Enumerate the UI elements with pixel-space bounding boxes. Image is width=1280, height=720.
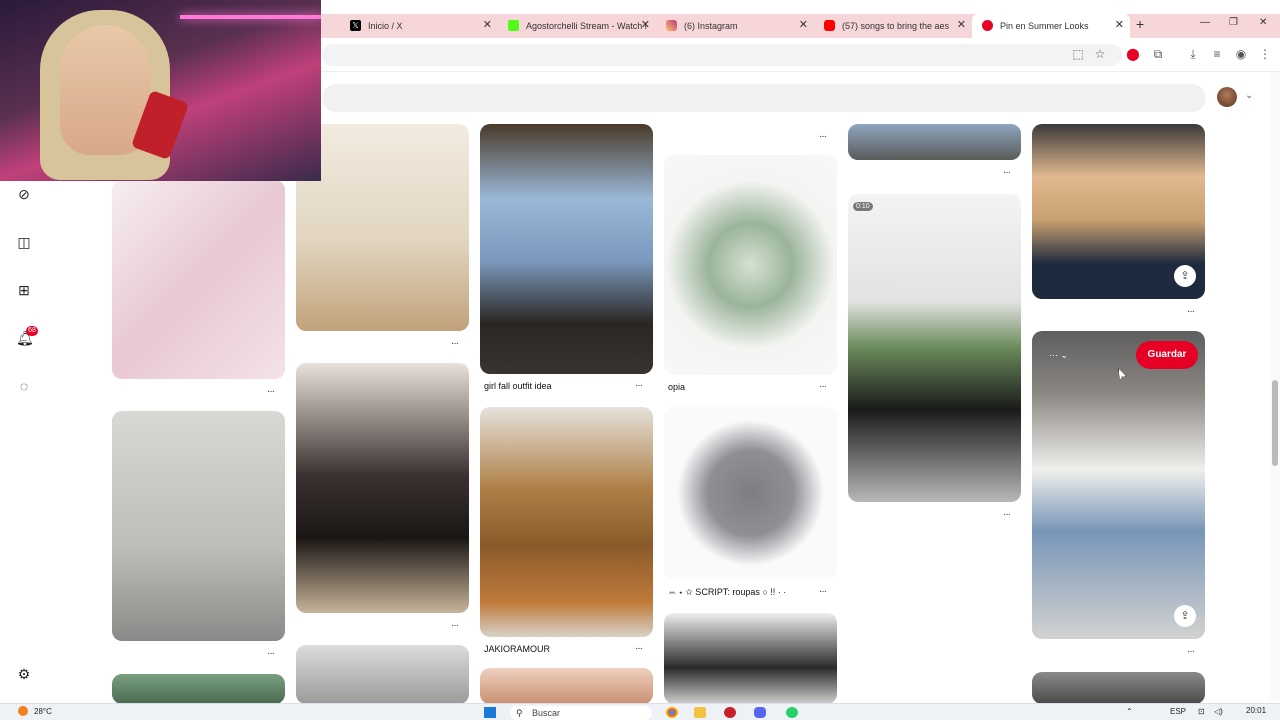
instagram-logo-icon: [666, 20, 677, 31]
x-logo-icon: 𝕏: [350, 20, 361, 31]
more-options-icon[interactable]: ···: [267, 386, 275, 397]
notification-badge: 68: [26, 326, 38, 336]
adblock-icon[interactable]: ⬤: [1126, 47, 1140, 61]
tab-instagram[interactable]: (6) Instagram ✕: [656, 14, 814, 38]
close-icon[interactable]: ✕: [483, 18, 492, 31]
new-tab-button[interactable]: +: [1136, 16, 1144, 32]
pin-street[interactable]: [112, 674, 285, 704]
more-options-icon[interactable]: ···: [635, 643, 643, 654]
pin-caption[interactable]: JAKIORAMOUR: [484, 644, 550, 654]
pin-caption[interactable]: opia: [668, 382, 685, 392]
profile-icon[interactable]: ◉: [1234, 47, 1248, 61]
tab-label: Pin en Summer Looks: [1000, 21, 1089, 31]
pin-leopard-dress[interactable]: [480, 407, 653, 637]
pin-girl-fall-outfit[interactable]: [480, 124, 653, 374]
pin-pink-uniform[interactable]: [112, 180, 285, 379]
share-icon[interactable]: ⇪: [1174, 605, 1196, 627]
menu-icon[interactable]: ⋮: [1258, 47, 1272, 61]
taskbar-search[interactable]: Buscar: [510, 706, 652, 720]
close-icon[interactable]: ✕: [1115, 18, 1124, 31]
pin-grey-skirt[interactable]: [664, 407, 837, 579]
close-icon[interactable]: ✕: [957, 18, 966, 31]
download-icon[interactable]: ⤓: [1186, 47, 1200, 61]
pin-jeans[interactable]: [848, 124, 1021, 160]
pin-caption[interactable]: girl fall outfit idea: [484, 381, 552, 391]
pinterest-logo-icon: [982, 20, 993, 31]
discord-icon[interactable]: [754, 707, 766, 718]
scrollbar-thumb[interactable]: [1272, 380, 1278, 466]
pin-checkered-set[interactable]: [664, 155, 837, 375]
whatsapp-icon[interactable]: [786, 707, 798, 718]
windows-start-icon[interactable]: [484, 707, 496, 718]
tab-label: Agostorchelli Stream - Watch l: [526, 21, 647, 31]
boards-icon[interactable]: ◫: [16, 234, 32, 250]
tab-label: (57) songs to bring the aes: [842, 21, 950, 31]
more-options-icon[interactable]: ···: [819, 381, 827, 392]
more-options-icon[interactable]: ···: [635, 380, 643, 391]
pin-board-dropdown[interactable]: ··· ⌄: [1049, 350, 1068, 361]
share-icon[interactable]: ⇪: [1174, 265, 1196, 287]
more-options-icon[interactable]: ···: [1187, 646, 1195, 657]
more-options-icon[interactable]: ···: [267, 648, 275, 659]
pin-ny-jersey[interactable]: [1032, 331, 1205, 639]
close-icon[interactable]: ✕: [799, 18, 808, 31]
settings-icon[interactable]: ⚙: [16, 666, 32, 682]
tab-youtube[interactable]: (57) songs to bring the aes ✕: [814, 14, 972, 38]
pin-partial[interactable]: [1032, 672, 1205, 704]
neon-light: [180, 15, 321, 19]
pin-white-skirt-bag[interactable]: [296, 124, 469, 331]
chrome-icon[interactable]: [666, 707, 678, 718]
pin-curly-hair[interactable]: [664, 613, 837, 704]
more-options-icon[interactable]: ···: [1003, 509, 1011, 520]
weather-icon: [18, 706, 28, 716]
save-button[interactable]: Guardar: [1136, 341, 1198, 369]
search-icon: ⚲: [516, 708, 523, 718]
tab-kick[interactable]: Agostorchelli Stream - Watch l ✕: [498, 14, 656, 38]
more-options-icon[interactable]: ···: [451, 620, 459, 631]
video-duration: 0:10: [853, 202, 873, 211]
more-options-icon[interactable]: ···: [819, 586, 827, 597]
kick-logo-icon: [508, 20, 519, 31]
messages-icon[interactable]: ◌: [16, 378, 32, 394]
folder-icon[interactable]: [694, 707, 706, 718]
bookmark-star-icon[interactable]: ☆: [1093, 47, 1107, 61]
more-options-icon[interactable]: ···: [451, 338, 459, 349]
search-input[interactable]: [322, 84, 1206, 112]
close-icon[interactable]: ✕: [641, 18, 650, 31]
pin-partial[interactable]: [480, 668, 653, 704]
window-close-button[interactable]: ✕: [1259, 17, 1267, 28]
pin-black-top-outfit[interactable]: [112, 411, 285, 641]
create-icon[interactable]: ⊞: [16, 282, 32, 298]
chevron-down-icon[interactable]: ⌄: [1245, 90, 1253, 101]
clock[interactable]: 20:01: [1246, 706, 1266, 715]
extensions-icon[interactable]: ⧉: [1151, 47, 1165, 61]
pin-black-outfit-girl[interactable]: [296, 363, 469, 613]
webcam-overlay: [0, 0, 321, 181]
volume-icon[interactable]: ◁): [1214, 707, 1223, 716]
app-icon[interactable]: [724, 707, 736, 718]
tab-pinterest[interactable]: Pin en Summer Looks ✕: [972, 14, 1130, 38]
avatar[interactable]: [1217, 87, 1237, 107]
weather-widget[interactable]: 28°C: [34, 707, 52, 716]
pin-partial[interactable]: [296, 645, 469, 704]
more-options-icon[interactable]: ···: [819, 131, 827, 142]
media-icon[interactable]: ≡: [1210, 47, 1224, 61]
explore-icon[interactable]: ⊘: [16, 186, 32, 202]
youtube-logo-icon: [824, 20, 835, 31]
tab-label: Inicio / X: [368, 21, 403, 31]
more-options-icon[interactable]: ···: [1003, 167, 1011, 178]
tab-label: (6) Instagram: [684, 21, 738, 31]
pin-caption[interactable]: ꕀ ⋆ ✩ SCRIPT: roupas ○ !! · ·: [668, 587, 786, 598]
chevron-up-icon[interactable]: ⌃: [1126, 707, 1133, 716]
more-options-icon[interactable]: ···: [1187, 306, 1195, 317]
maximize-button[interactable]: ❐: [1229, 17, 1238, 28]
tab-x[interactable]: 𝕏 Inicio / X ✕: [340, 14, 498, 38]
address-bar[interactable]: [322, 44, 1122, 66]
minimize-button[interactable]: —: [1200, 17, 1210, 28]
language-indicator[interactable]: ESP: [1170, 707, 1186, 716]
install-icon[interactable]: ⬚: [1071, 47, 1085, 61]
pin-video-dance[interactable]: [848, 194, 1021, 502]
network-icon[interactable]: ⊡: [1198, 707, 1205, 716]
